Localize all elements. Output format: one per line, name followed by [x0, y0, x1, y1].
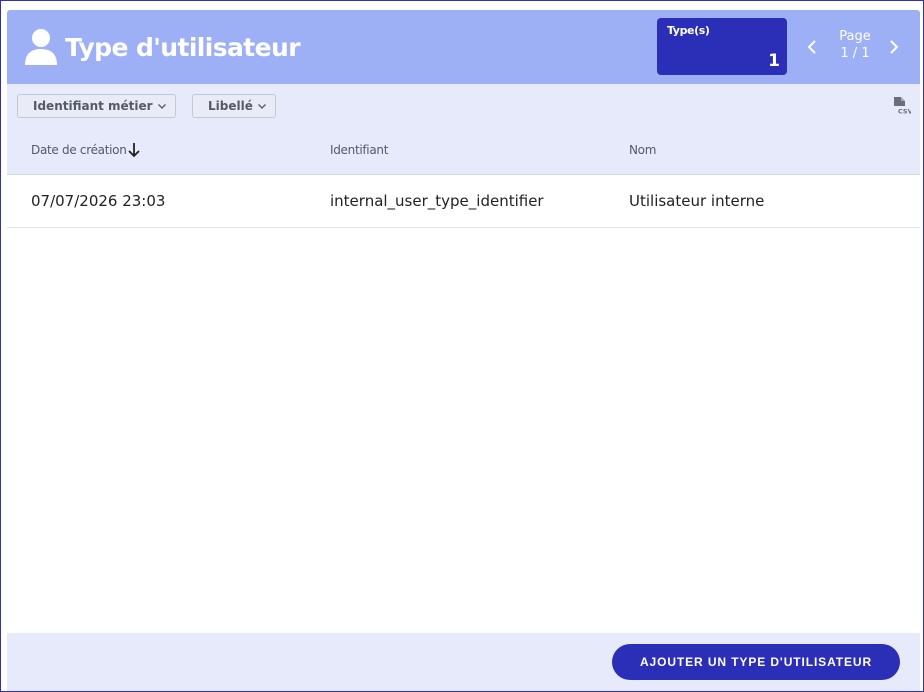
previous-page-icon[interactable] — [805, 37, 819, 57]
filter-label-button[interactable]: Libellé — [192, 94, 276, 118]
column-header-created[interactable]: Date de création — [31, 143, 127, 157]
filter-label: Libellé — [208, 99, 253, 113]
page-header: Type d'utilisateur Type(s) 1 Page 1 / 1 — [7, 10, 920, 84]
next-page-icon[interactable] — [887, 37, 901, 57]
cell-created: 07/07/2026 23:03 — [31, 192, 166, 210]
column-header-identifier[interactable]: Identifiant — [330, 143, 388, 157]
csv-file-icon[interactable]: CSV — [893, 96, 911, 115]
svg-text:CSV: CSV — [898, 108, 911, 116]
filter-bar: Identifiant métier Libellé CSV — [7, 84, 920, 128]
user-icon — [25, 29, 57, 65]
column-label: Identifiant — [330, 143, 389, 157]
type-count-value: 1 — [768, 51, 780, 71]
filter-label: Identifiant métier — [33, 99, 153, 113]
pager-value: 1 / 1 — [840, 46, 870, 61]
page-title: Type d'utilisateur — [65, 33, 301, 62]
column-header-name[interactable]: Nom — [629, 143, 656, 157]
pager: Page 1 / 1 — [827, 28, 883, 62]
filter-business-identifier-button[interactable]: Identifiant métier — [17, 94, 176, 118]
pager-label: Page — [839, 29, 871, 44]
arrow-down-icon[interactable] — [127, 142, 141, 158]
cell-identifier: internal_user_type_identifier — [330, 192, 544, 210]
cell-name: Utilisateur interne — [629, 192, 765, 210]
table-header: Date de création Identifiant Nom — [7, 128, 920, 175]
footer-bar: AJOUTER UN TYPE D'UTILISATEUR — [7, 633, 920, 691]
chevron-down-icon — [257, 104, 266, 109]
add-user-type-button[interactable]: AJOUTER UN TYPE D'UTILISATEUR — [612, 644, 900, 680]
column-label: Date de création — [31, 143, 127, 157]
table-row[interactable]: 07/07/2026 23:03 internal_user_type_iden… — [7, 175, 920, 228]
type-count-label: Type(s) — [667, 24, 710, 37]
column-label: Nom — [629, 143, 657, 157]
type-count-card: Type(s) 1 — [657, 18, 787, 75]
app-frame: Type d'utilisateur Type(s) 1 Page 1 / 1 … — [0, 0, 924, 692]
chevron-down-icon — [157, 104, 166, 109]
